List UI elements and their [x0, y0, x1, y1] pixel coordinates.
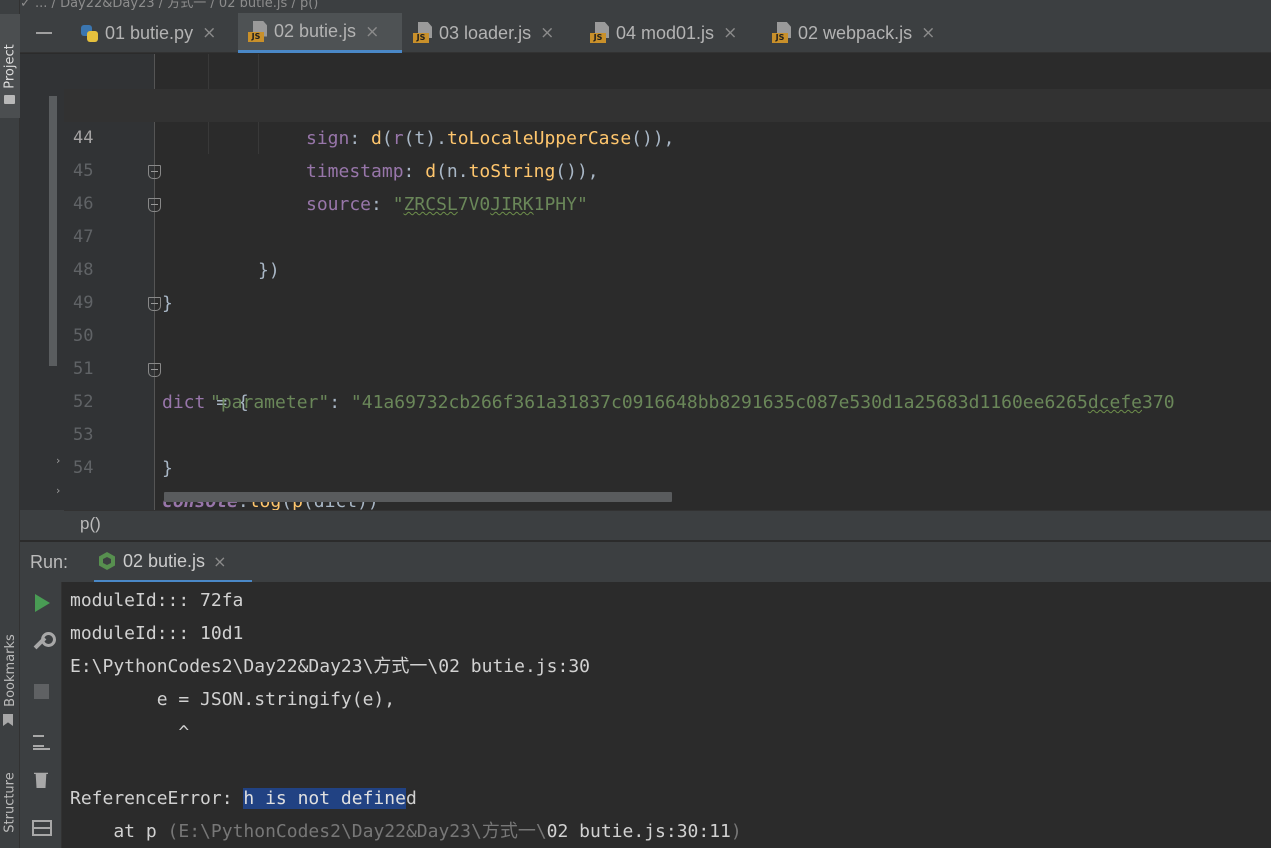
structure-tab-label: Structure — [2, 771, 18, 833]
code-line: 47 } — [64, 188, 1271, 314]
breadcrumb[interactable]: p() — [64, 510, 1271, 540]
project-panel-edge: › › › — [20, 54, 64, 529]
fold-marker-icon[interactable] — [148, 297, 161, 311]
rerun-icon[interactable] — [35, 594, 50, 612]
close-icon[interactable]: × — [365, 22, 379, 42]
console-error-line: ReferenceError: h is not defined — [70, 788, 417, 809]
code-line: 49 — [64, 254, 1271, 313]
console-line: ^ — [70, 722, 190, 743]
navigation-crumbs: ✓ ... / Day22&Day23 / 方式一 / 02 butie.js … — [20, 0, 319, 11]
code-line: 54 console.log(p(dict)) — [64, 419, 1271, 510]
horizontal-scrollbar[interactable] — [164, 492, 672, 502]
stop-icon[interactable] — [34, 684, 49, 699]
left-tool-stripe: Project Bookmarks Structure — [0, 0, 20, 848]
project-tab-label: Project — [2, 43, 18, 89]
close-icon[interactable]: × — [921, 23, 935, 43]
code-line: 50 dict = { — [64, 287, 1271, 413]
structure-tool-tab[interactable]: Structure — [0, 756, 20, 848]
code-line: 43 sign: d(r(t).toLocaleUpperCase()), — [64, 56, 1271, 149]
wrench-icon[interactable] — [31, 632, 56, 652]
project-tool-tab[interactable]: Project — [0, 14, 20, 118]
code-editor[interactable]: 43 sign: d(r(t).toLocaleUpperCase()), 44… — [64, 54, 1271, 510]
js-file-icon: JS — [248, 20, 268, 43]
js-file-icon: JS — [590, 22, 610, 44]
close-icon[interactable]: × — [723, 23, 737, 43]
code-line: 45 source: "ZRCSL7V0JIRK1PHY" — [64, 122, 1271, 215]
run-toolbar — [20, 582, 62, 848]
console-line: moduleId::: 10d1 — [70, 623, 244, 644]
nodejs-icon — [99, 552, 115, 570]
run-label: Run: — [30, 552, 69, 572]
hide-panel-icon[interactable] — [36, 32, 52, 34]
layout-icon[interactable] — [32, 820, 52, 836]
scroll-to-end-icon[interactable] — [31, 732, 51, 752]
chevron-icon: › — [56, 484, 61, 497]
tab-label: 02 webpack.js — [798, 22, 913, 43]
folder-icon — [4, 95, 15, 104]
fold-marker-icon[interactable] — [148, 165, 161, 179]
chevron-icon: › — [56, 454, 61, 467]
js-file-icon: JS — [413, 22, 433, 44]
fold-marker-icon[interactable] — [148, 363, 161, 377]
code-line: 51 "parameter": "41a69732cb266f361a31837… — [64, 320, 1271, 413]
editor-tab-bar: 01 butie.py × JS 02 butie.js × JS 03 loa… — [20, 13, 1271, 53]
code-line: 53 — [64, 386, 1271, 445]
run-tab-label: 02 butie.js — [123, 550, 206, 571]
close-icon[interactable]: × — [202, 23, 216, 43]
console-line: e = JSON.stringify(e), — [70, 689, 396, 710]
project-scrollbar[interactable] — [49, 96, 57, 366]
close-icon[interactable]: × — [540, 23, 554, 43]
run-panel-header: Run: 02 butie.js × — [20, 541, 1271, 583]
code-line: 52 } — [64, 353, 1271, 479]
tab-label: 03 loader.js — [439, 22, 532, 43]
trash-icon[interactable] — [34, 772, 48, 788]
tab-02-webpack-js[interactable]: JS 02 webpack.js × — [772, 13, 935, 53]
stack-link[interactable]: 02 butie.js:30:11 — [547, 821, 731, 842]
selected-text: h is not define — [243, 788, 406, 809]
bookmarks-tool-tab[interactable]: Bookmarks — [0, 612, 20, 728]
tab-label: 01 butie.py — [105, 22, 194, 43]
python-file-icon — [79, 23, 99, 43]
js-file-icon: JS — [772, 22, 792, 44]
line-number: 54 — [73, 458, 94, 478]
console-output[interactable]: moduleId::: 72fa moduleId::: 10d1 E:\Pyt… — [63, 582, 1271, 848]
tab-01-butie-py[interactable]: 01 butie.py × — [79, 13, 216, 53]
code-line-current: 44 timestamp: d(n.toString()), — [64, 89, 1271, 182]
tab-label: 02 butie.js — [274, 21, 357, 41]
fold-marker-icon[interactable] — [148, 198, 161, 212]
code-line: 46 }) — [64, 155, 1271, 281]
bookmarks-tab-label: Bookmarks — [2, 633, 18, 707]
navigation-bar: ✓ ... / Day22&Day23 / 方式一 / 02 butie.js … — [20, 0, 1271, 13]
tab-label: 04 mod01.js — [616, 22, 715, 43]
console-stack-line: at p (E:\PythonCodes2\Day22&Day23\方式一\02… — [70, 821, 742, 842]
close-icon[interactable]: × — [213, 552, 226, 571]
run-tab-02-butie-js[interactable]: 02 butie.js × — [94, 542, 252, 583]
console-line: E:\PythonCodes2\Day22&Day23\方式一\02 butie… — [70, 656, 590, 677]
tab-03-loader-js[interactable]: JS 03 loader.js × — [413, 13, 554, 53]
console-line: moduleId::: 72fa — [70, 590, 244, 611]
tab-02-butie-js[interactable]: JS 02 butie.js × — [238, 13, 402, 53]
tab-04-mod01-js[interactable]: JS 04 mod01.js × — [590, 13, 737, 53]
code-line: 48 — [64, 221, 1271, 280]
bookmark-icon — [3, 714, 13, 726]
breadcrumb-item[interactable]: p() — [80, 514, 101, 534]
